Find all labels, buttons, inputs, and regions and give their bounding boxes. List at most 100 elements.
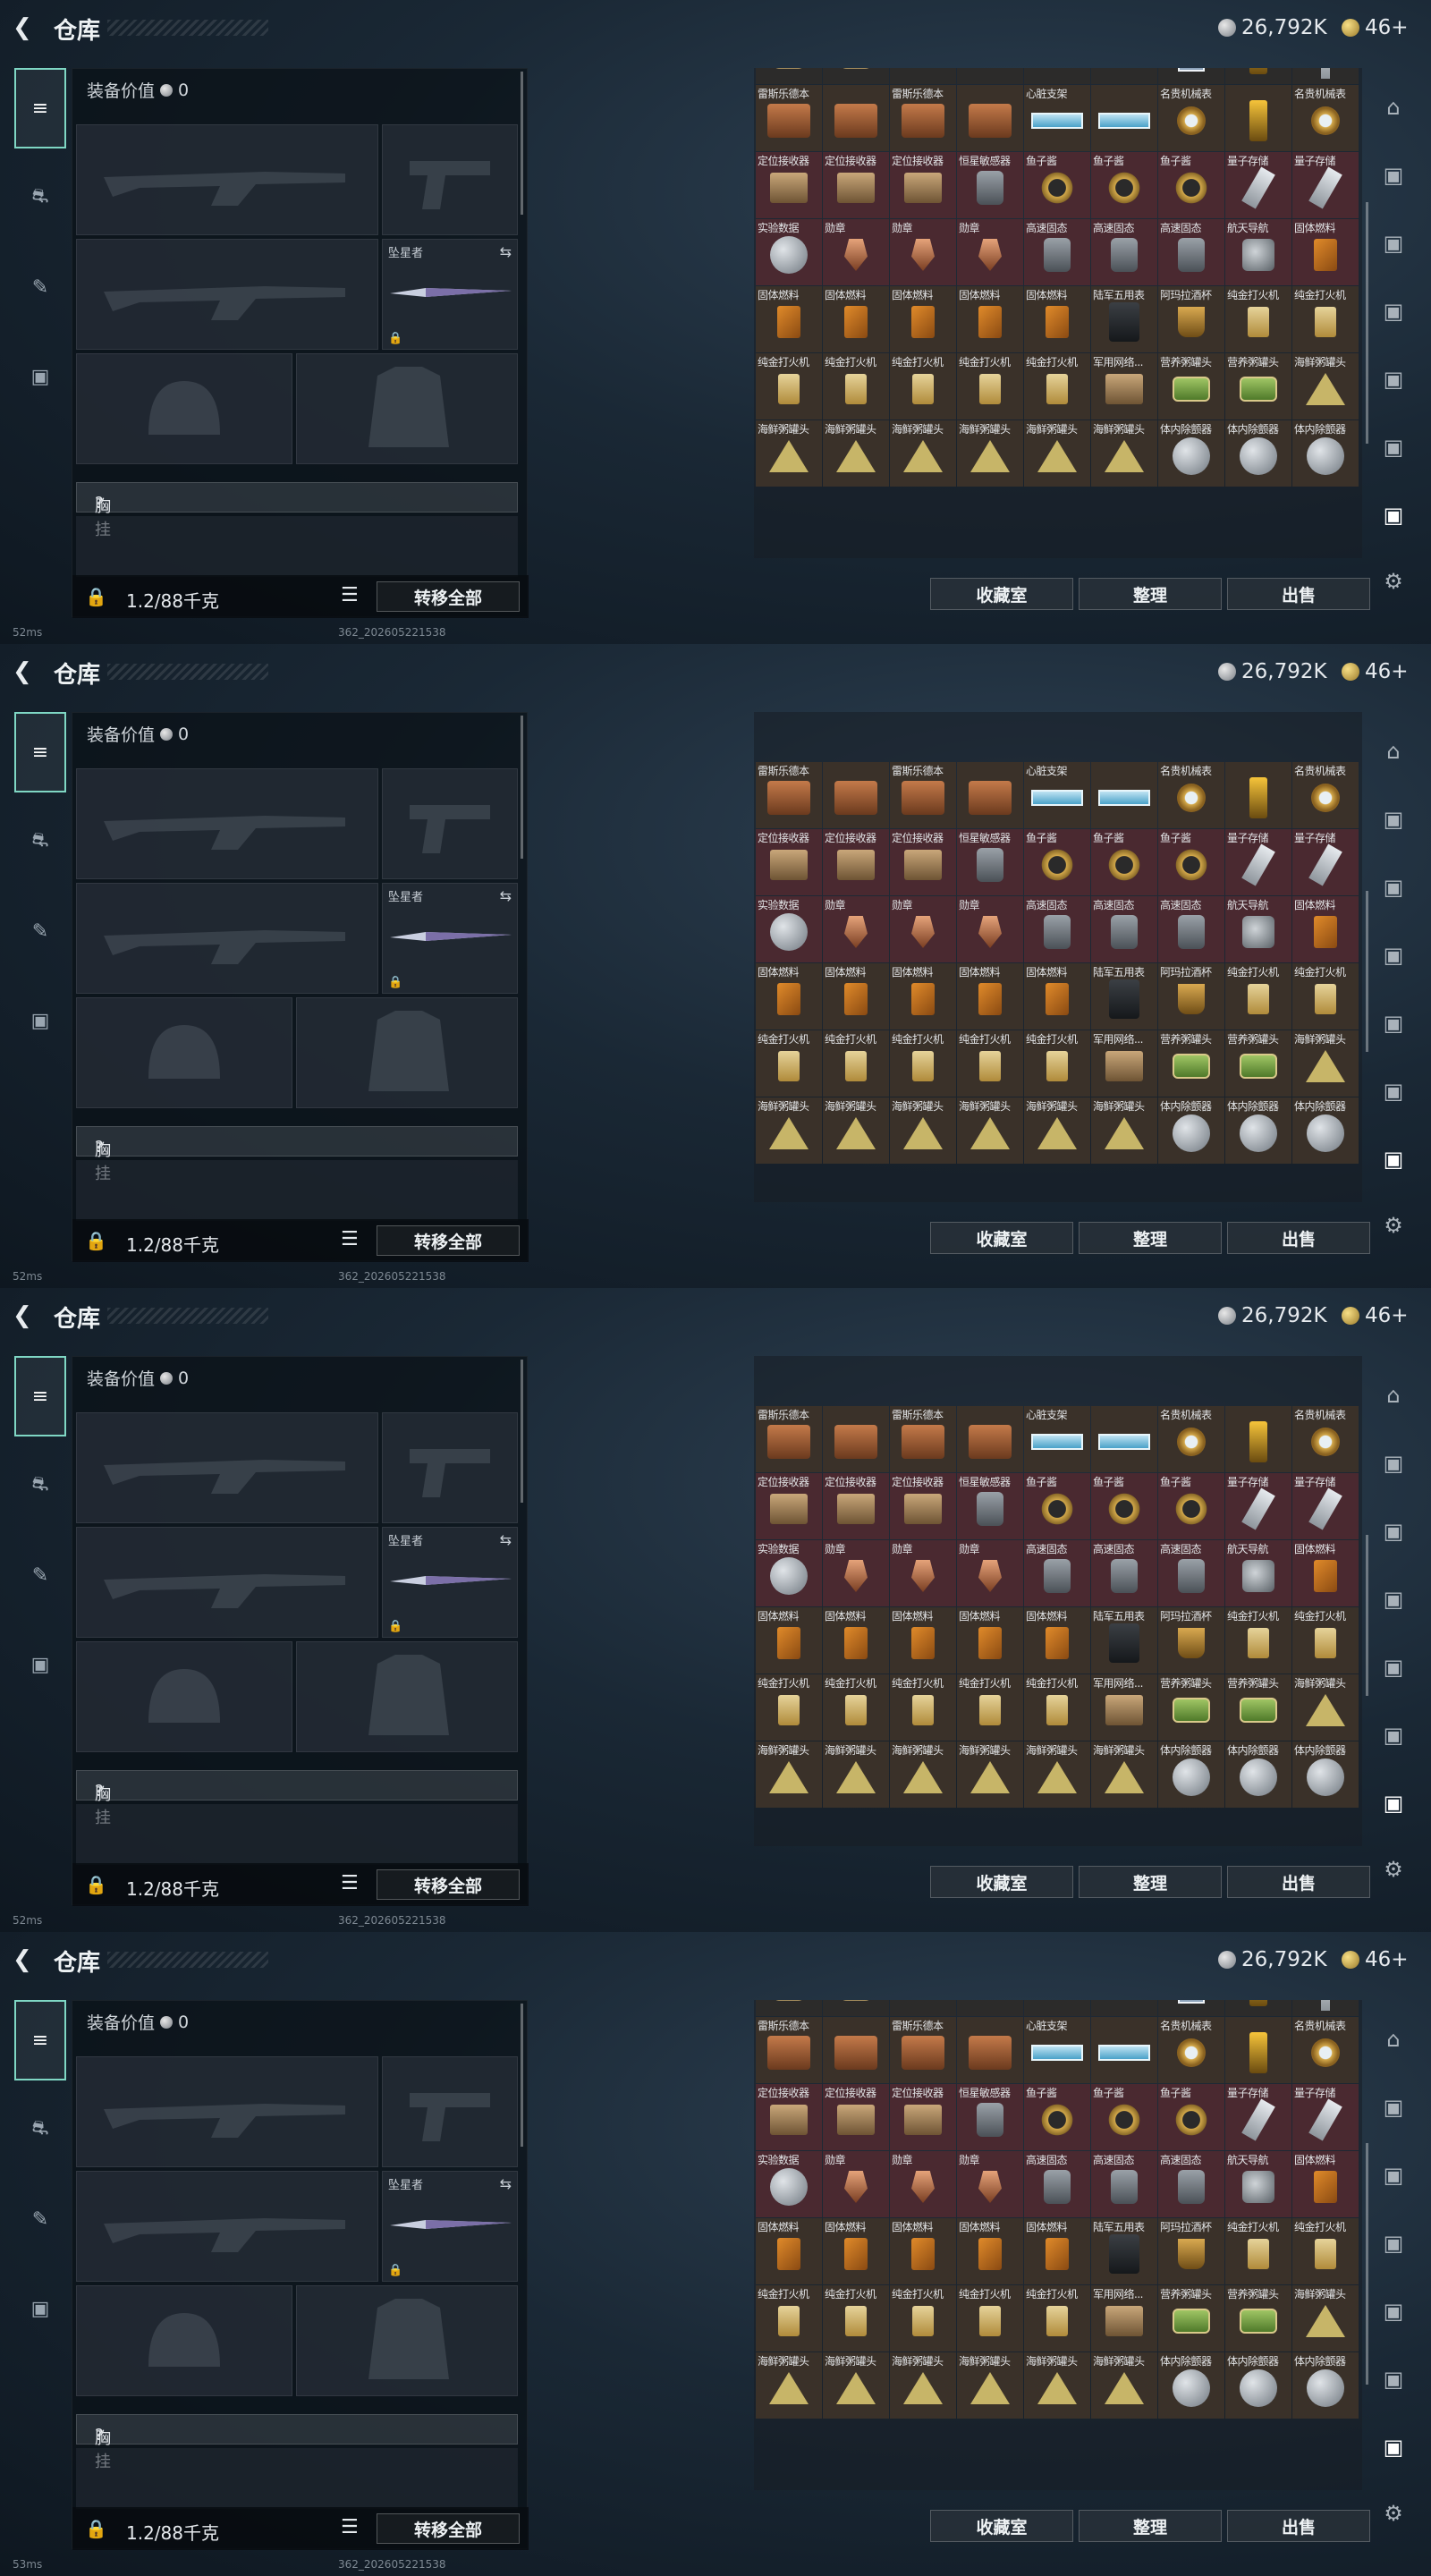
primary-weapon-slot[interactable] — [76, 124, 378, 235]
sort-button[interactable]: 整理 — [1079, 578, 1222, 610]
weapon-tab-icon[interactable]: ≡ — [14, 2000, 66, 2080]
loadout-scrollbar[interactable] — [521, 716, 523, 859]
stash-item[interactable]: 固体燃料 — [1024, 1607, 1090, 1674]
stash-item[interactable]: 纯金打火机 — [1024, 1030, 1090, 1097]
stash-item[interactable]: 鱼子酱 — [1158, 152, 1224, 218]
stash-item[interactable]: 高速固态 — [1091, 219, 1157, 285]
stash-item[interactable]: 阿玛拉酒杯 — [1158, 1607, 1224, 1674]
stash-item[interactable] — [1225, 85, 1291, 151]
stash-item[interactable]: 固体燃料 — [823, 286, 889, 352]
stash-item[interactable] — [957, 2000, 1023, 2016]
stash-item[interactable]: 恒星敏感器 — [957, 2084, 1023, 2150]
chest-rig-header[interactable]: 胸挂 ? — [76, 1126, 518, 1183]
stash-item[interactable]: 勋章 — [890, 2151, 956, 2217]
chest-rig-slot[interactable] — [76, 1804, 518, 1865]
armor-slot[interactable] — [296, 997, 518, 1108]
stash-item[interactable]: 海鲜粥罐头 — [1091, 2352, 1157, 2419]
chest-rig-header[interactable]: 胸挂 ? — [76, 1770, 518, 1827]
stash-item[interactable]: 实验数据 — [756, 2151, 822, 2217]
stash-item[interactable]: 高速固态 — [1158, 219, 1224, 285]
chest-rig-help-icon[interactable]: ? — [95, 494, 104, 513]
stash-item[interactable]: 航天导航 — [1225, 219, 1291, 285]
stash-item[interactable]: 量子存储 — [1225, 829, 1291, 895]
stash-item[interactable]: 纯金打火机 — [1024, 353, 1090, 419]
transfer-all-button[interactable]: 转移全部 — [377, 1869, 520, 1900]
pistol-slot[interactable] — [382, 124, 518, 235]
stash-item[interactable]: 营养粥罐头 — [1225, 1030, 1291, 1097]
stash-item[interactable]: 纯金打火机 — [1292, 2218, 1359, 2284]
stash-item[interactable]: 固体燃料 — [890, 1607, 956, 1674]
stash-item[interactable] — [1091, 2017, 1157, 2083]
stash-item[interactable]: 体内除颤器 — [1292, 1741, 1359, 1808]
stash-item[interactable]: 海鲜粥罐头 — [1091, 1097, 1157, 1164]
stash-item[interactable]: 纯金打火机 — [957, 1674, 1023, 1741]
stash-item[interactable]: 鱼子酱 — [1158, 1473, 1224, 1539]
stash-tab-icon[interactable]: ▣ — [1377, 227, 1410, 259]
stash-item[interactable]: 纯金打火机 — [1024, 2285, 1090, 2351]
secondary-weapon-slot[interactable] — [76, 239, 378, 350]
armor-slot[interactable] — [296, 2285, 518, 2396]
stash-item[interactable]: 营养粥罐头 — [1225, 353, 1291, 419]
stash-item[interactable]: 勋章 — [823, 896, 889, 962]
sell-button[interactable]: 出售 — [1227, 578, 1370, 610]
transfer-all-button[interactable]: 转移全部 — [377, 581, 520, 612]
stash-item[interactable]: 量子存储 — [1225, 1473, 1291, 1539]
stash-item[interactable]: 海鲜粥罐头 — [1292, 2285, 1359, 2351]
stash-item[interactable]: 量子存储 — [1292, 2084, 1359, 2150]
stash-item[interactable] — [823, 2017, 889, 2083]
stash-item[interactable]: 名贵机械表 — [1292, 762, 1359, 828]
stash-item[interactable]: 雷斯乐德本 — [756, 2017, 822, 2083]
stash-item[interactable]: 定位接收器 — [823, 829, 889, 895]
stash-scrollbar[interactable] — [1366, 1535, 1368, 1696]
stash-tab-icon[interactable]: ▣ — [1377, 2227, 1410, 2259]
stash-item[interactable] — [1091, 85, 1157, 151]
primary-weapon-slot[interactable] — [76, 768, 378, 879]
stash-item[interactable] — [823, 68, 889, 84]
stash-item[interactable]: 定位接收器 — [756, 152, 822, 218]
stash-item[interactable]: 固体燃料 — [890, 286, 956, 352]
stash-item[interactable]: 卫星电话 — [1024, 2000, 1090, 2016]
loadout-scrollbar[interactable] — [521, 2004, 523, 2147]
silver-currency[interactable]: 26,792K — [1218, 14, 1327, 41]
stash-item[interactable]: 营养粥罐头 — [1158, 1030, 1224, 1097]
helmet-slot[interactable] — [76, 997, 292, 1108]
settings-gear-icon[interactable]: ⚙ — [1377, 1209, 1410, 1241]
stash-item[interactable]: 体内除颤器 — [1158, 1097, 1224, 1164]
stash-item[interactable]: 航天导航 — [1225, 896, 1291, 962]
armor-slot[interactable] — [296, 1641, 518, 1752]
stash-item[interactable]: 雷斯乐德本 — [890, 762, 956, 828]
primary-weapon-slot[interactable] — [76, 1412, 378, 1523]
helmet-tab-icon[interactable]: ⛐ — [14, 801, 66, 882]
stash-item[interactable]: 心脏支架 — [1024, 2017, 1090, 2083]
settings-gear-icon[interactable]: ⚙ — [1377, 1853, 1410, 1885]
clipboard-tab-icon[interactable]: ✎ — [14, 2179, 66, 2259]
stash-item[interactable]: 营养粥罐头 — [1158, 353, 1224, 419]
home-stash-icon[interactable]: ⌂ — [1377, 2023, 1410, 2055]
stash-item[interactable]: 高速固态 — [1091, 2151, 1157, 2217]
stash-item[interactable]: 纯金打火机 — [1292, 963, 1359, 1030]
helmet-tab-icon[interactable]: ⛐ — [14, 157, 66, 238]
swap-icon[interactable]: ⇆ — [500, 1531, 512, 1548]
stash-item[interactable]: 陆军五用表 — [1091, 286, 1157, 352]
stash-item[interactable] — [1225, 1406, 1291, 1472]
back-arrow-icon[interactable]: ❮ — [13, 1302, 39, 1329]
collection-room-button[interactable]: 收藏室 — [930, 1222, 1073, 1254]
stash-item[interactable] — [823, 762, 889, 828]
stash-item[interactable]: 海鲜粥罐头 — [756, 1741, 822, 1808]
stash-item[interactable]: 海鲜粥罐头 — [756, 2352, 822, 2419]
stash-item[interactable]: 定位接收器 — [890, 829, 956, 895]
stash-item[interactable] — [1225, 2017, 1291, 2083]
stash-item[interactable]: 固体燃料 — [823, 963, 889, 1030]
stash-item[interactable]: 海鲜粥罐头 — [957, 2352, 1023, 2419]
list-icon[interactable]: ☰ — [341, 1228, 359, 1250]
stash-item[interactable]: 卫星电话 — [890, 2000, 956, 2016]
stash-item[interactable]: 体内除颤器 — [1225, 2352, 1291, 2419]
stash-item[interactable]: 海鲜粥罐头 — [1024, 420, 1090, 487]
collection-room-button[interactable]: 收藏室 — [930, 2510, 1073, 2542]
chest-rig-slot[interactable] — [76, 1160, 518, 1221]
stash-item[interactable]: 名贵机械表 — [1158, 85, 1224, 151]
stash-item[interactable]: 体内除颤器 — [1158, 2352, 1224, 2419]
stash-item[interactable]: 体内除颤器 — [1225, 1741, 1291, 1808]
stash-item[interactable]: 固体燃料 — [823, 2218, 889, 2284]
stash-item[interactable]: 恒星敏感器 — [957, 829, 1023, 895]
